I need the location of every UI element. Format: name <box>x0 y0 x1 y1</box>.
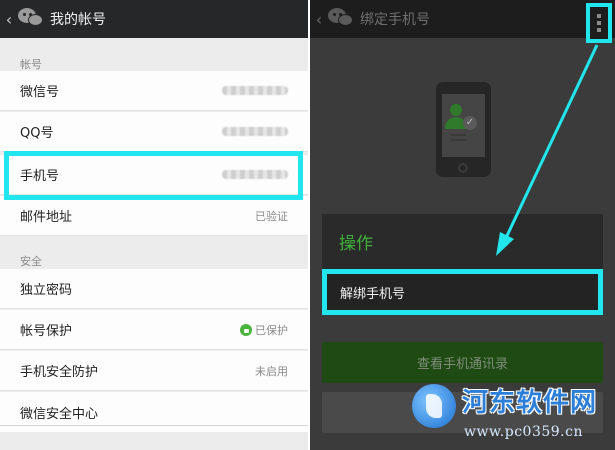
highlight-box-phone <box>4 151 303 200</box>
more-menu-button[interactable] <box>586 3 612 43</box>
unbind-phone-menu-item[interactable]: 解绑手机号 <box>322 269 603 315</box>
redacted-value <box>222 127 288 136</box>
row-status: 已保护 <box>255 323 288 337</box>
row-security-center[interactable]: 微信安全中心 <box>0 392 308 432</box>
wechat-logo-icon <box>328 0 356 38</box>
phone-illustration-icon: ✓ <box>436 82 491 177</box>
row-password[interactable]: 独立密码 <box>0 269 308 309</box>
row-label: 微信安全中心 <box>20 406 99 422</box>
row-label: QQ号 <box>20 126 54 141</box>
row-status: 已验证 <box>255 209 288 223</box>
watermark-title: 河东软件网 <box>462 388 598 418</box>
redacted-value <box>222 86 288 95</box>
view-contacts-button[interactable]: 查看手机通讯录 <box>322 342 603 383</box>
wechat-logo-icon <box>18 0 46 38</box>
chevron-left-icon: ‹ <box>5 9 13 29</box>
row-label: 帐号保护 <box>20 324 73 339</box>
section-label-security: 安全 <box>20 255 42 268</box>
back-button[interactable]: ‹ <box>310 0 328 38</box>
row-wechat-id[interactable]: 微信号 <box>0 71 308 111</box>
row-label: 手机安全防护 <box>20 365 99 380</box>
row-label: 独立密码 <box>20 283 73 298</box>
more-vertical-icon <box>597 14 601 18</box>
row-phone-security[interactable]: 手机安全防护 未启用 <box>0 351 308 391</box>
top-bar: ‹ 我的帐号 <box>0 0 308 38</box>
chevron-left-icon: ‹ <box>315 9 323 29</box>
watermark-logo-icon <box>412 384 456 428</box>
section-label-account: 帐号 <box>20 58 42 71</box>
row-label: 微信号 <box>20 85 60 100</box>
row-label: 邮件地址 <box>20 210 73 225</box>
dialog-title: 操作 <box>322 214 603 269</box>
lock-icon <box>240 323 252 336</box>
divider <box>0 425 308 426</box>
page-title: 绑定手机号 <box>360 12 430 28</box>
account-screen: ‹ 我的帐号 帐号 微信号 QQ号 手机号 邮件地址 已验证 安全 独立密码 帐… <box>0 0 308 450</box>
row-email[interactable]: 邮件地址 已验证 <box>0 196 308 236</box>
watermark: 河东软件网 www.pc0359.cn <box>412 380 612 448</box>
page-title: 我的帐号 <box>50 12 106 28</box>
check-icon: ✓ <box>463 116 477 130</box>
back-button[interactable]: ‹ <box>0 0 18 38</box>
row-account-protection[interactable]: 帐号保护 已保护 <box>0 310 308 350</box>
top-bar: ‹ 绑定手机号 <box>310 0 615 38</box>
row-status: 未启用 <box>255 364 288 378</box>
watermark-url: www.pc0359.cn <box>464 424 583 440</box>
row-qq[interactable]: QQ号 <box>0 112 308 152</box>
